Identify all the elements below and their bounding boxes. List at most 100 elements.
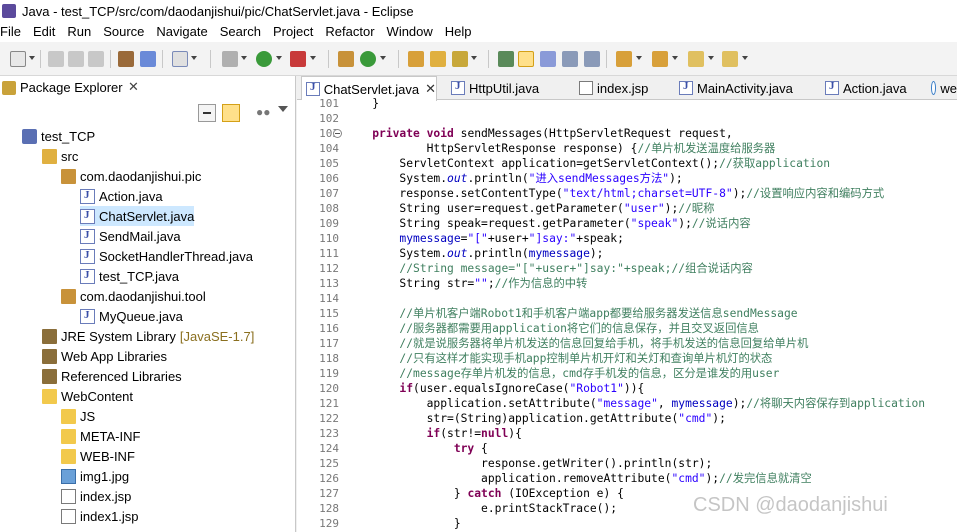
code-line: //String message="["+user+"]say:"+speak;…	[345, 261, 752, 276]
editor-tab-action[interactable]: Action.java	[821, 76, 923, 100]
new-icon[interactable]	[10, 51, 26, 67]
save-icon[interactable]	[48, 51, 64, 67]
build-icon[interactable]	[118, 51, 134, 67]
tree-item-webcontent[interactable]: WebContent	[42, 386, 133, 406]
tree-item-myqueue-java[interactable]: MyQueue.java	[80, 306, 183, 326]
package-explorer-tab[interactable]: Package Explorer ✕	[0, 76, 295, 100]
menu-project[interactable]: Project	[267, 22, 319, 42]
code-token: );	[669, 172, 683, 185]
tree-item-jre-library[interactable]: JRE System Library [JavaSE-1.7]	[42, 326, 254, 346]
tree-item-sockethandlerthread-java[interactable]: SocketHandlerThread.java	[80, 246, 253, 266]
show-whitespace-icon[interactable]	[518, 51, 534, 67]
save-all-icon[interactable]	[68, 51, 84, 67]
task-icon[interactable]	[140, 51, 156, 67]
debug-icon[interactable]	[222, 51, 238, 67]
menu-source[interactable]: Source	[97, 22, 150, 42]
close-icon[interactable]: ✕	[425, 81, 436, 97]
next-annotation-icon[interactable]	[616, 51, 632, 67]
tree-item-index1-jsp[interactable]: index1.jsp	[61, 506, 139, 526]
folder-icon	[61, 428, 76, 444]
search-icon[interactable]	[430, 51, 446, 67]
paragraph-icon[interactable]	[584, 51, 600, 67]
tree-item-package-tool[interactable]: com.daodanjishui.tool	[61, 286, 206, 306]
java-file-icon	[80, 268, 95, 284]
close-icon[interactable]: ✕	[128, 79, 139, 95]
menu-refactor[interactable]: Refactor	[319, 22, 380, 42]
line-number: 113	[319, 277, 339, 290]
forward-dropdown-icon[interactable]	[742, 56, 748, 60]
menu-search[interactable]: Search	[214, 22, 267, 42]
run-dropdown-icon[interactable]	[276, 56, 282, 60]
code-token: System.	[345, 247, 448, 260]
tree-item-sendmail-java[interactable]: SendMail.java	[80, 226, 181, 246]
prev-annotation-icon[interactable]	[652, 51, 668, 67]
code-token: //昵称	[678, 202, 715, 215]
tree-item-test-tcp-java[interactable]: test_TCP.java	[80, 266, 179, 286]
back-dropdown-icon[interactable]	[708, 56, 714, 60]
menu-help[interactable]: Help	[439, 22, 478, 42]
prev-annotation-dropdown-icon[interactable]	[672, 56, 678, 60]
tree-item-img1[interactable]: img1.jpg	[61, 466, 129, 486]
highlight-icon[interactable]	[498, 51, 514, 67]
java-file-icon	[80, 228, 95, 244]
code-area[interactable]: } private void sendMessages(HttpServletR…	[345, 97, 957, 532]
tree-item-meta-inf[interactable]: META-INF	[61, 426, 140, 446]
tree-item-referenced-libraries[interactable]: Referenced Libraries	[42, 366, 182, 386]
search-dropdown-icon[interactable]	[471, 56, 477, 60]
editor-tab-httputil[interactable]: HttpUtil.java	[447, 76, 567, 100]
run-icon[interactable]	[256, 51, 272, 67]
editor-tab-label: ChatServlet.java	[323, 81, 420, 97]
code-token: +user+	[487, 232, 529, 245]
external-tools-dropdown-icon[interactable]	[310, 56, 316, 60]
editor-tab-mainactivity[interactable]: MainActivity.java	[675, 76, 815, 100]
line-number: 116	[319, 322, 339, 335]
tree-item-index-jsp[interactable]: index.jsp	[61, 486, 131, 506]
collapse-all-icon[interactable]	[198, 104, 216, 122]
line-number: 108	[319, 202, 339, 215]
tree-item-chatservlet-java[interactable]: ChatServlet.java	[80, 206, 195, 226]
new-class-icon[interactable]	[360, 51, 376, 67]
line-number: 107	[319, 187, 339, 200]
tree-item-label: index.jsp	[80, 488, 132, 504]
show-block-icon[interactable]	[540, 51, 556, 67]
back-icon[interactable]	[688, 51, 704, 67]
menu-window[interactable]: Window	[381, 22, 439, 42]
tree-item-label: WebContent	[61, 388, 134, 404]
next-annotation-dropdown-icon[interactable]	[636, 56, 642, 60]
tree-item-action-java[interactable]: Action.java	[80, 186, 163, 206]
link-with-editor-icon[interactable]	[222, 104, 240, 122]
menu-navigate[interactable]: Navigate	[150, 22, 213, 42]
external-tools-icon[interactable]	[290, 51, 306, 67]
package-explorer-toolbar: ●●	[0, 100, 295, 126]
tree-item-package-pic[interactable]: com.daodanjishui.pic	[61, 166, 201, 186]
new-package-icon[interactable]	[338, 51, 354, 67]
editor-tab-web[interactable]: we	[927, 76, 957, 100]
forward-icon[interactable]	[722, 51, 738, 67]
fold-toggle-icon[interactable]	[333, 129, 342, 138]
new-class-dropdown-icon[interactable]	[380, 56, 386, 60]
open-type-icon[interactable]	[408, 51, 424, 67]
tree-item-js[interactable]: JS	[61, 406, 95, 426]
new-java-project-icon[interactable]	[172, 51, 188, 67]
toggle-mark-icon[interactable]	[452, 51, 468, 67]
view-menu-icon[interactable]	[278, 106, 288, 112]
tree-item-src[interactable]: src	[42, 146, 78, 166]
debug-dropdown-icon[interactable]	[241, 56, 247, 60]
line-number: 112	[319, 262, 339, 275]
tree-item-project[interactable]: test_TCP	[22, 126, 95, 146]
menu-edit[interactable]: Edit	[27, 22, 61, 42]
new-dropdown-icon[interactable]	[29, 56, 35, 60]
menu-run[interactable]: Run	[61, 22, 97, 42]
tree-item-web-app-libraries[interactable]: Web App Libraries	[42, 346, 167, 366]
tree-item-web-inf[interactable]: WEB-INF	[61, 446, 135, 466]
view-menu-dots-icon[interactable]: ●●	[256, 105, 271, 119]
new-wizard-dropdown-icon[interactable]	[191, 56, 197, 60]
editor-tab-index-jsp[interactable]: index.jsp	[575, 76, 675, 100]
print-icon[interactable]	[88, 51, 104, 67]
line-number: 122	[319, 412, 339, 425]
menu-file[interactable]: File	[0, 22, 27, 42]
block-selection-icon[interactable]	[562, 51, 578, 67]
